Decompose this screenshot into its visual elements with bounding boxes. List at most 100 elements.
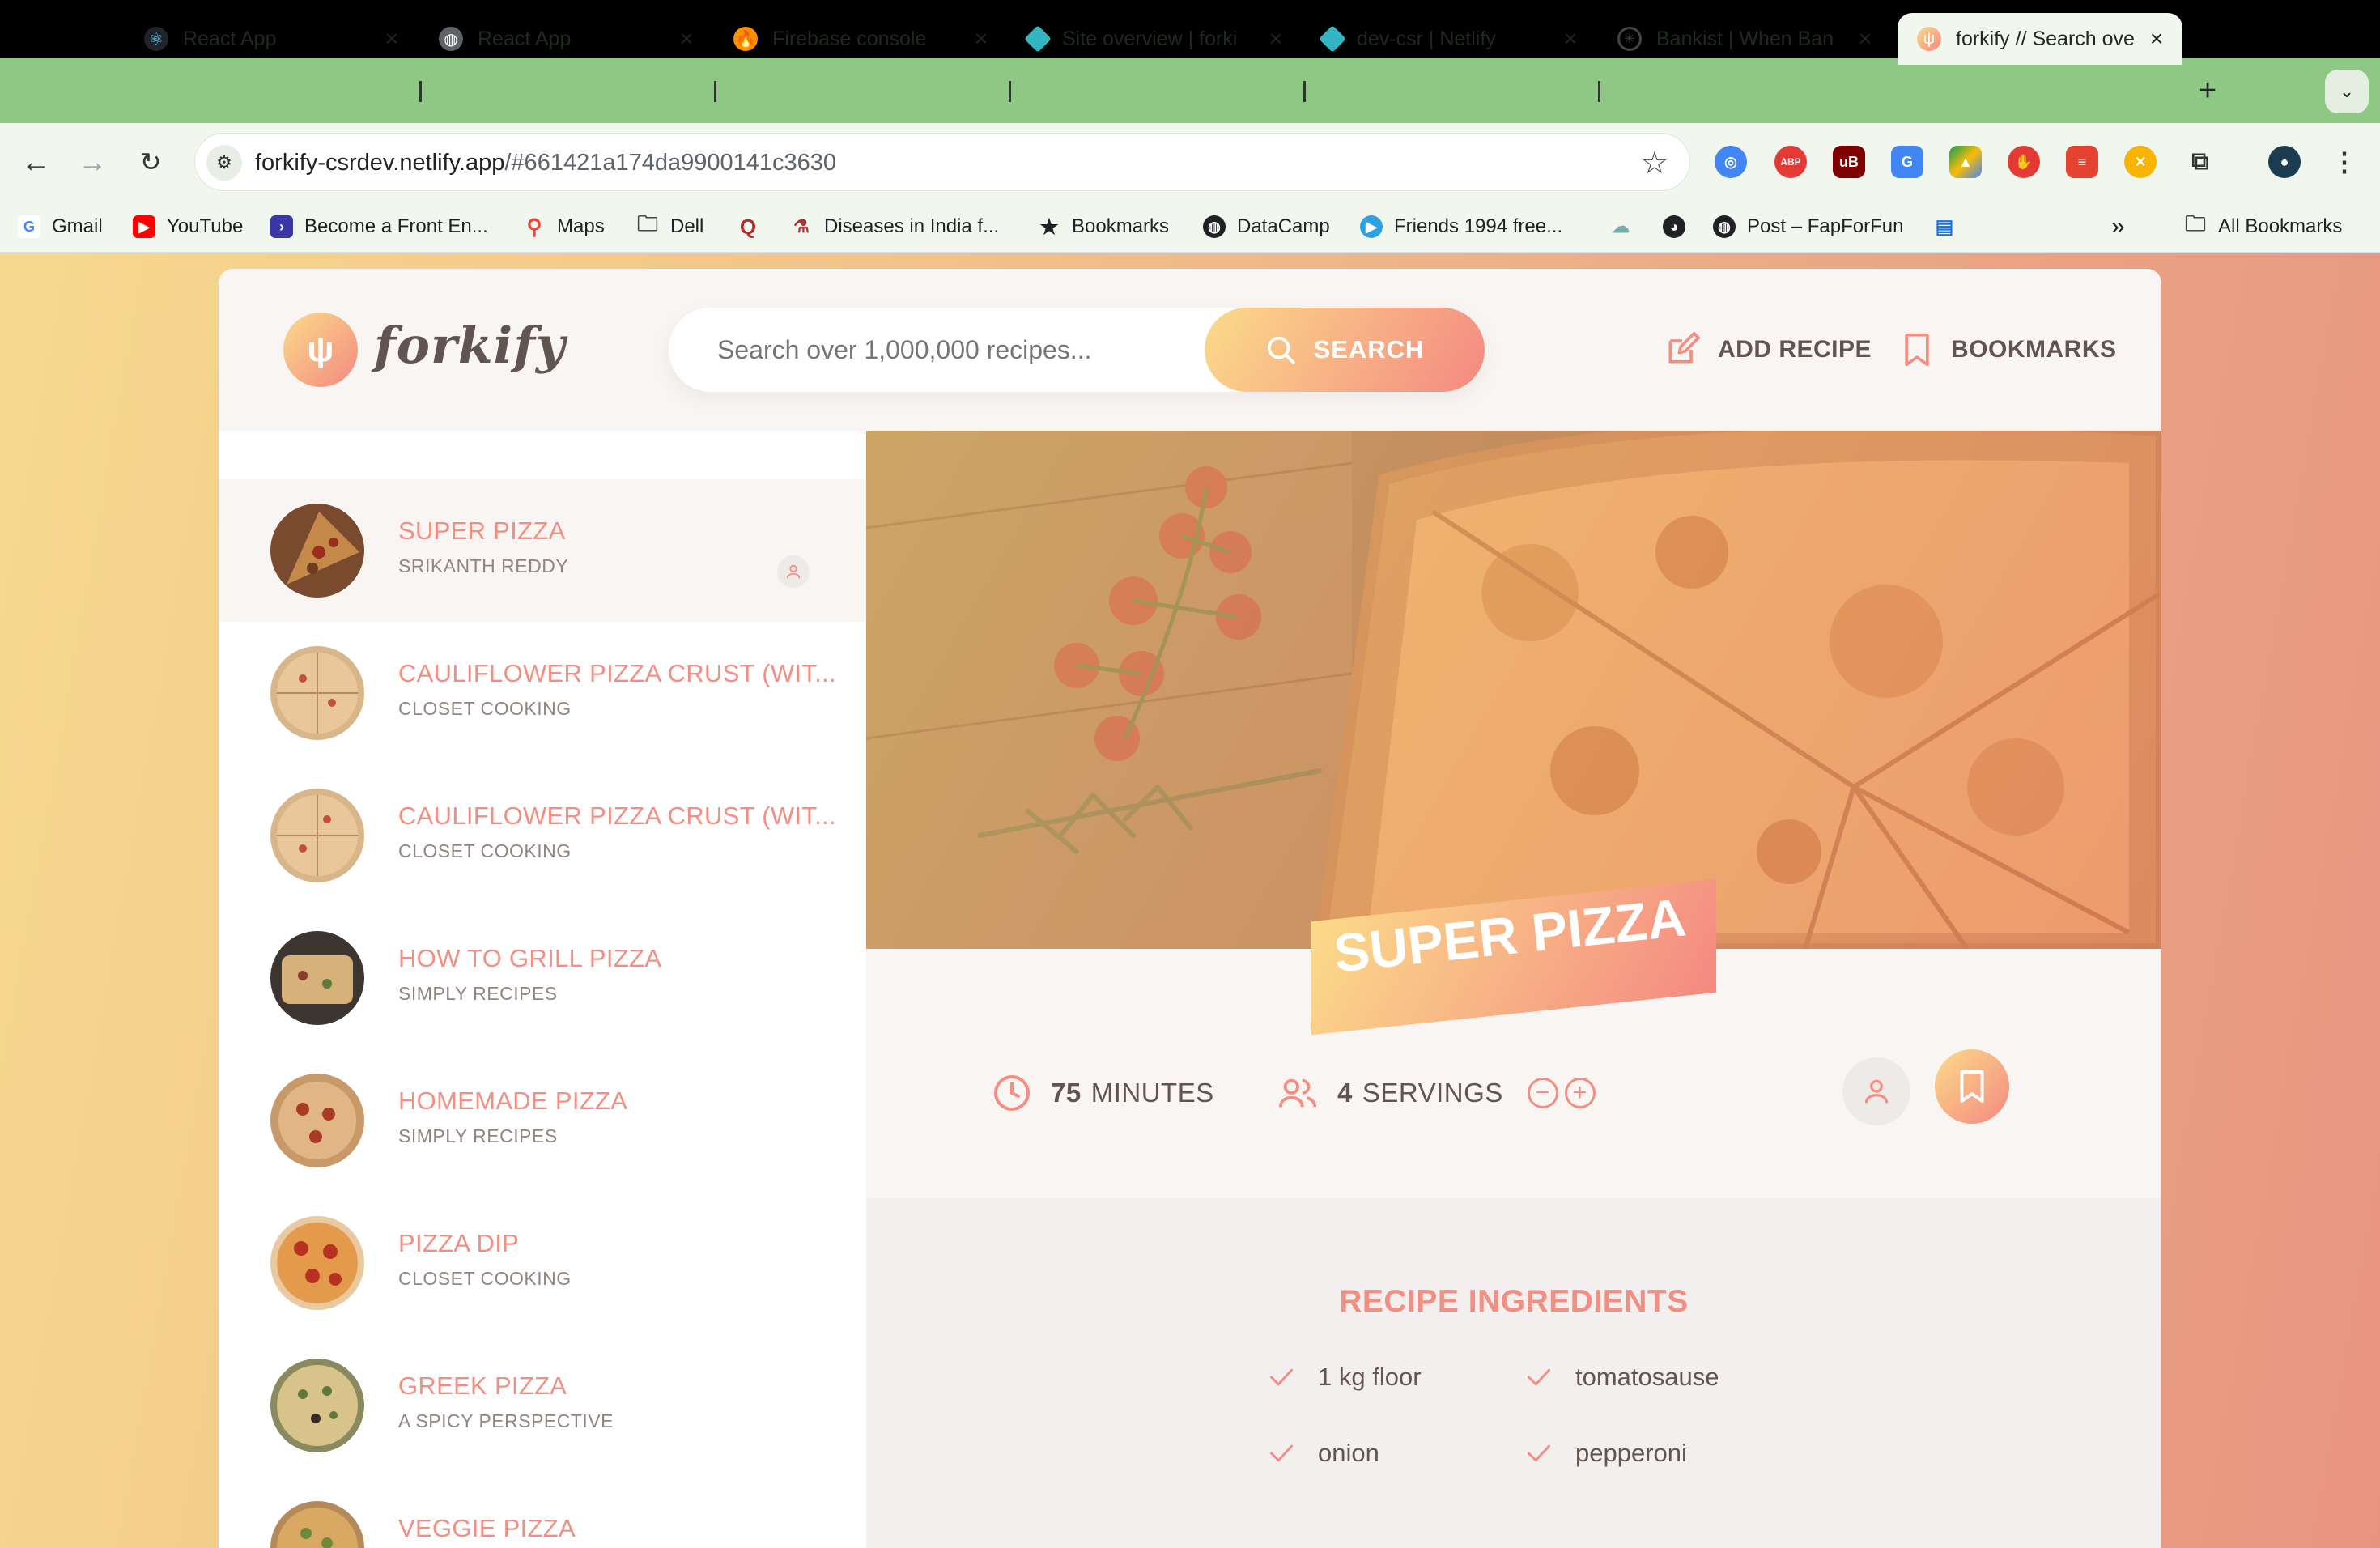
bookmarks-nav-button[interactable]: BOOKMARKS [1901, 327, 2117, 372]
search-results: SUPER PIZZA SRIKANTH REDDY CAULIFLOWER P… [219, 431, 866, 1548]
extension-icon[interactable]: ◎ [1715, 146, 1747, 178]
user-generated-badge [1842, 1057, 1910, 1125]
increase-servings-button[interactable]: + [1564, 1078, 1596, 1108]
search-form: SEARCH [669, 308, 1485, 392]
bookmark-item[interactable]: 🗀 Dell [636, 211, 704, 241]
result-title: HOW TO GRILL PIZZA [398, 944, 662, 972]
bookmark-star-icon[interactable]: ☆ [1641, 145, 1668, 181]
result-item[interactable]: CAULIFLOWER PIZZA CRUST (WIT... CLOSET C… [219, 622, 866, 764]
result-item[interactable]: PIZZA DIP CLOSET COOKING [219, 1192, 866, 1334]
result-title: CAULIFLOWER PIZZA CRUST (WIT... [398, 659, 836, 687]
recipe-image [866, 431, 2161, 949]
result-item[interactable]: VEGGIE PIZZA [219, 1477, 866, 1548]
new-tab-button[interactable]: + [2199, 75, 2216, 106]
result-item[interactable]: HOW TO GRILL PIZZA SIMPLY RECIPES [219, 907, 866, 1049]
browser-tab-strip [0, 58, 2380, 123]
browser-menu-icon[interactable]: ⋮ [2328, 146, 2361, 178]
servings: 4 SERVINGS − + [1277, 1069, 1596, 1117]
browser-tab[interactable]: ◍ React App × [439, 13, 698, 65]
close-icon[interactable]: × [1264, 26, 1287, 52]
tab-separator [1303, 81, 1306, 102]
youtube-icon: ▶ [133, 215, 155, 238]
check-icon [1528, 1368, 1550, 1386]
stop-hand-icon[interactable]: ✋ [2008, 146, 2040, 178]
bookmark-label: Friends 1994 free... [1394, 215, 1563, 237]
forkify-logo-icon[interactable]: ψ [283, 313, 358, 387]
site-info-icon[interactable]: ⚙ [206, 145, 242, 181]
app-header: ψ forkify SEARCH ADD RECIPE BOOKMARKS [219, 269, 2161, 431]
bookmark-label: Diseases in India f... [824, 215, 1000, 237]
address-bar[interactable]: ⚙ forkify-csrdev.netlify.app/#661421a174… [194, 133, 1690, 191]
logo-text[interactable]: forkify [374, 316, 566, 375]
close-icon[interactable]: × [1559, 26, 1582, 52]
browser-tab[interactable]: 🔥 Firebase console × [733, 13, 992, 65]
close-icon[interactable]: × [2145, 26, 2168, 52]
bookmark-item[interactable]: ▶ YouTube [133, 212, 243, 241]
bookmark-item[interactable]: › Become a Front En... [270, 212, 488, 241]
firebase-icon: 🔥 [733, 27, 758, 51]
adblock-icon[interactable]: ABP [1774, 146, 1807, 178]
ingredient-item: pepperoni [1527, 1433, 1687, 1474]
forward-button[interactable]: → [70, 139, 115, 185]
close-icon[interactable]: × [1854, 26, 1876, 52]
bookmark-recipe-button[interactable] [1935, 1049, 2009, 1124]
more-bookmarks-button[interactable]: » [2111, 212, 2125, 241]
bookmark-item[interactable]: ⚗ Diseases in India f... [790, 212, 999, 241]
bookmark-item[interactable]: ⚲ Maps [523, 212, 604, 241]
url-path: /#661421a174da9900141c3630 [504, 150, 837, 176]
decrease-servings-button[interactable]: − [1527, 1078, 1558, 1108]
bookmark-item[interactable]: ☁ [1609, 212, 1643, 241]
browser-tab[interactable]: dev-csr | Netlify × [1319, 13, 1582, 65]
reload-button[interactable]: ↻ [128, 139, 173, 185]
add-recipe-button[interactable]: ADD RECIPE [1664, 327, 1872, 372]
all-bookmarks-button[interactable]: 🗀 All Bookmarks [2184, 211, 2342, 241]
globe-icon: ◍ [1713, 215, 1736, 238]
user-icon [1864, 1079, 1889, 1104]
profile-avatar[interactable]: ● [2268, 146, 2301, 178]
recipe-thumbnail [270, 789, 364, 882]
bookmark-label: Bookmarks [1072, 215, 1170, 237]
browser-tab[interactable]: Site overview | forki × [1024, 13, 1287, 65]
result-publisher: SIMPLY RECIPES [398, 1125, 558, 1146]
browser-tab[interactable]: ⚛ React App × [144, 13, 403, 65]
todoist-icon[interactable]: ≡ [2066, 146, 2098, 178]
forkify-icon: ψ [1917, 27, 1941, 51]
bookmark-item[interactable]: ▤ [1933, 212, 1967, 241]
bookmark-item[interactable]: Q [737, 212, 771, 241]
back-button[interactable]: ← [13, 139, 58, 185]
bookmarks-nav-label: BOOKMARKS [1951, 336, 2117, 363]
translate-icon[interactable]: G [1891, 146, 1923, 178]
drive-icon[interactable]: ▲ [1949, 146, 1982, 178]
bookmark-item[interactable]: ◍ Post – FapForFun [1713, 212, 1903, 241]
search-button[interactable]: SEARCH [1205, 308, 1485, 392]
extensions-puzzle-icon[interactable]: ⧉ [2184, 146, 2216, 178]
bookmark-item[interactable]: ◍ DataCamp [1203, 212, 1330, 241]
url-text[interactable]: forkify-csrdev.netlify.app/#661421a174da… [255, 150, 836, 176]
bookmark-item[interactable]: G Gmail [18, 212, 103, 241]
ublock-icon[interactable]: uB [1833, 146, 1865, 178]
bookmark-label: Dell [670, 215, 704, 237]
result-item[interactable]: GREEK PIZZA A SPICY PERSPECTIVE [219, 1334, 866, 1477]
result-item[interactable]: CAULIFLOWER PIZZA CRUST (WIT... CLOSET C… [219, 764, 866, 907]
servings-count: 4 [1337, 1078, 1353, 1108]
search-icon [1267, 336, 1295, 364]
tab-separator [714, 81, 716, 102]
result-item[interactable]: HOMEMADE PIZZA SIMPLY RECIPES [219, 1049, 866, 1192]
bookmark-label: YouTube [167, 215, 244, 237]
terminal-icon: › [270, 215, 293, 238]
bookmark-item[interactable]: ★ Bookmarks [1038, 212, 1169, 241]
browser-tab-active[interactable]: ψ forkify // Search ove × [1898, 13, 2182, 65]
bookmark-item[interactable]: ◕ [1663, 212, 1697, 241]
search-input[interactable] [717, 335, 1171, 365]
tab-search-button[interactable]: ⌄ [2325, 70, 2369, 113]
browser-tab[interactable]: ✳ Bankist | When Ban × [1617, 13, 1876, 65]
netlify-icon [1319, 25, 1346, 53]
close-icon[interactable]: × [970, 26, 992, 52]
close-icon[interactable]: × [380, 26, 403, 52]
result-item-active[interactable]: SUPER PIZZA SRIKANTH REDDY [219, 479, 866, 622]
bookmark-item[interactable]: ▶ Friends 1994 free... [1360, 212, 1562, 241]
close-icon[interactable]: × [675, 26, 698, 52]
recipe-ingredients: RECIPE INGREDIENTS 1 kg floor tomatosaus… [866, 1198, 2161, 1548]
users-icon [1278, 1078, 1317, 1108]
extension-orange-icon[interactable]: ✕ [2124, 146, 2157, 178]
